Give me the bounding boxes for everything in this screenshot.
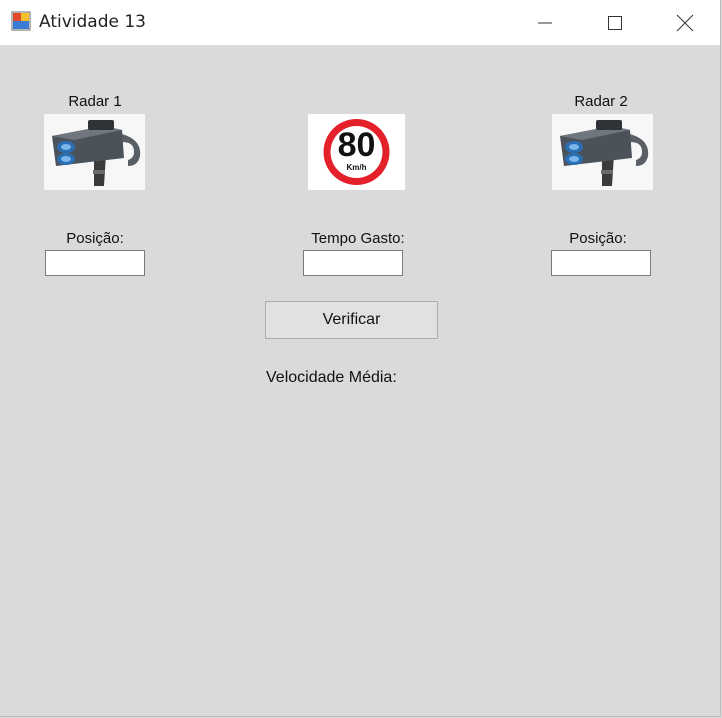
posicao1-input[interactable] [45, 250, 145, 276]
speed-limit-number: 80 [337, 126, 376, 164]
tempo-gasto-label: Tempo Gasto: [311, 230, 405, 247]
posicao2-label: Posição: [569, 230, 627, 247]
window-title: Atividade 13 [39, 12, 146, 32]
maximize-icon [608, 15, 622, 30]
minimize-button[interactable] [510, 0, 580, 45]
title-bar[interactable]: Atividade 13 [0, 0, 720, 45]
main-window: Atividade 13 Radar 1 80 Km/h Radar 2 Pos… [0, 0, 721, 717]
posicao2-input[interactable] [551, 250, 651, 276]
radar-camera-icon [44, 114, 145, 190]
radar-camera-icon [552, 114, 653, 190]
speed-limit-picture: 80 Km/h [308, 114, 405, 190]
speed-limit-unit: Km/h [346, 163, 367, 172]
radar2-label: Radar 2 [574, 93, 628, 110]
radar1-picture [44, 114, 145, 190]
radar1-label: Radar 1 [68, 93, 122, 110]
app-icon [11, 11, 31, 31]
verificar-button-label: Verificar [322, 311, 381, 328]
tempo-gasto-input[interactable] [303, 250, 403, 276]
verificar-button[interactable]: Verificar [265, 301, 438, 339]
close-icon [676, 14, 694, 31]
velocidade-media-label: Velocidade Média: [266, 369, 397, 386]
radar2-picture [552, 114, 653, 190]
close-button[interactable] [650, 0, 720, 45]
posicao1-label: Posição: [66, 230, 124, 247]
minimize-icon [538, 22, 552, 23]
maximize-button[interactable] [580, 0, 650, 45]
